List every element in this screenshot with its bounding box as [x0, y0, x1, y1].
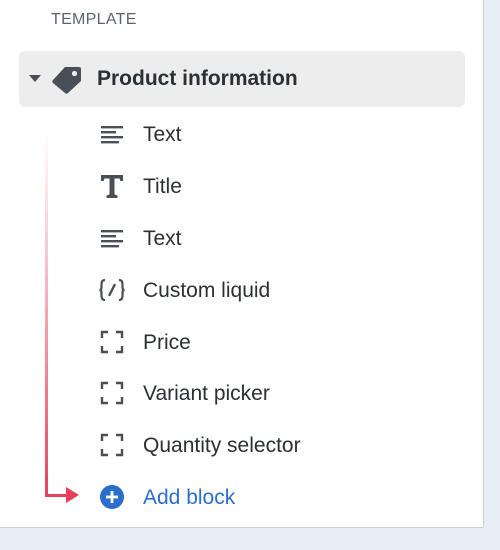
- add-block-button[interactable]: Add block: [90, 474, 450, 520]
- section-heading: TEMPLATE: [51, 11, 137, 28]
- block-item-quantity-selector[interactable]: Quantity selector: [90, 422, 450, 468]
- tag-icon: [52, 67, 81, 94]
- template-panel: TEMPLATE Product information Text Title: [0, 0, 484, 528]
- text-lines-icon: [101, 126, 123, 144]
- block-item-title[interactable]: Title: [90, 163, 450, 209]
- tree-connector-line: [45, 128, 48, 496]
- plus-circle-icon: [100, 485, 124, 509]
- block-label: Text: [143, 123, 182, 146]
- section-row-product-information[interactable]: Product information: [19, 51, 465, 107]
- add-block-label: Add block: [143, 486, 236, 509]
- code-braces-icon: [99, 278, 125, 302]
- title-t-icon: [101, 175, 123, 198]
- block-label: Variant picker: [143, 382, 270, 405]
- dashed-square-icon: [100, 330, 124, 354]
- block-item-variant-picker[interactable]: Variant picker: [90, 370, 450, 416]
- block-label: Quantity selector: [143, 434, 301, 457]
- dashed-square-icon: [100, 433, 124, 457]
- block-label: Custom liquid: [143, 279, 271, 302]
- block-item-text-2[interactable]: Text: [90, 215, 450, 261]
- block-item-price[interactable]: Price: [90, 319, 450, 365]
- block-label: Text: [143, 227, 182, 250]
- arrow-right-icon: [66, 487, 79, 503]
- block-label: Title: [143, 175, 182, 198]
- block-item-custom-liquid[interactable]: Custom liquid: [90, 267, 450, 313]
- dashed-square-icon: [100, 381, 124, 405]
- text-lines-icon: [101, 230, 123, 248]
- caret-down-icon[interactable]: [29, 75, 41, 82]
- block-item-text[interactable]: Text: [90, 111, 450, 157]
- block-label: Price: [143, 331, 191, 354]
- section-title: Product information: [97, 67, 298, 90]
